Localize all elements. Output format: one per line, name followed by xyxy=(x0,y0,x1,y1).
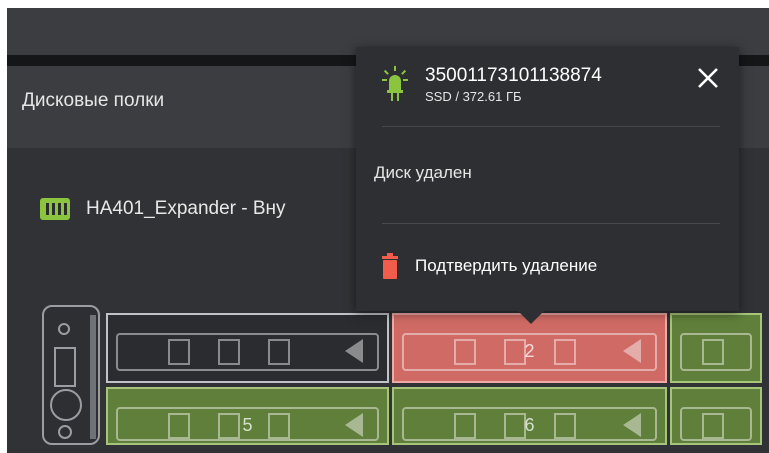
shelf-row[interactable]: HA401_Expander - Вну xyxy=(40,198,286,220)
disk-status: Диск удален xyxy=(374,163,472,182)
bay-number: 6 xyxy=(524,415,535,435)
chassis-rail xyxy=(90,315,96,439)
bay-number: 5 xyxy=(242,415,253,435)
disk-bay[interactable]: 5 xyxy=(106,387,389,445)
knob-icon xyxy=(50,389,82,421)
led-dot-icon xyxy=(58,323,70,335)
shelf-name: HA401_Expander - Вну xyxy=(86,198,286,219)
disk-led-icon xyxy=(382,66,408,101)
disk-bay[interactable] xyxy=(670,313,762,383)
divider xyxy=(382,126,720,127)
screw-icon xyxy=(58,425,72,439)
disk-shelf-icon xyxy=(40,198,70,220)
divider xyxy=(382,223,720,224)
bay-number: 2 xyxy=(524,341,535,361)
shelf-chassis: 2 5 6 xyxy=(42,305,762,445)
trash-icon xyxy=(382,253,398,279)
disk-bay[interactable] xyxy=(670,387,762,445)
port-icon xyxy=(54,347,76,387)
disk-info: SSD / 372.61 ГБ xyxy=(425,89,522,104)
disk-bay[interactable] xyxy=(106,313,389,383)
confirm-removal-button[interactable]: Подтвердить удаление xyxy=(382,253,597,279)
close-icon[interactable] xyxy=(693,63,723,93)
page-title: Дисковые полки xyxy=(22,90,165,111)
disk-bay[interactable]: 6 xyxy=(392,387,667,445)
confirm-removal-label: Подтвердить удаление xyxy=(415,256,598,275)
chassis-ear xyxy=(42,305,100,445)
popover-pointer xyxy=(516,309,546,324)
disk-id: 35001173101138874 xyxy=(425,65,602,86)
